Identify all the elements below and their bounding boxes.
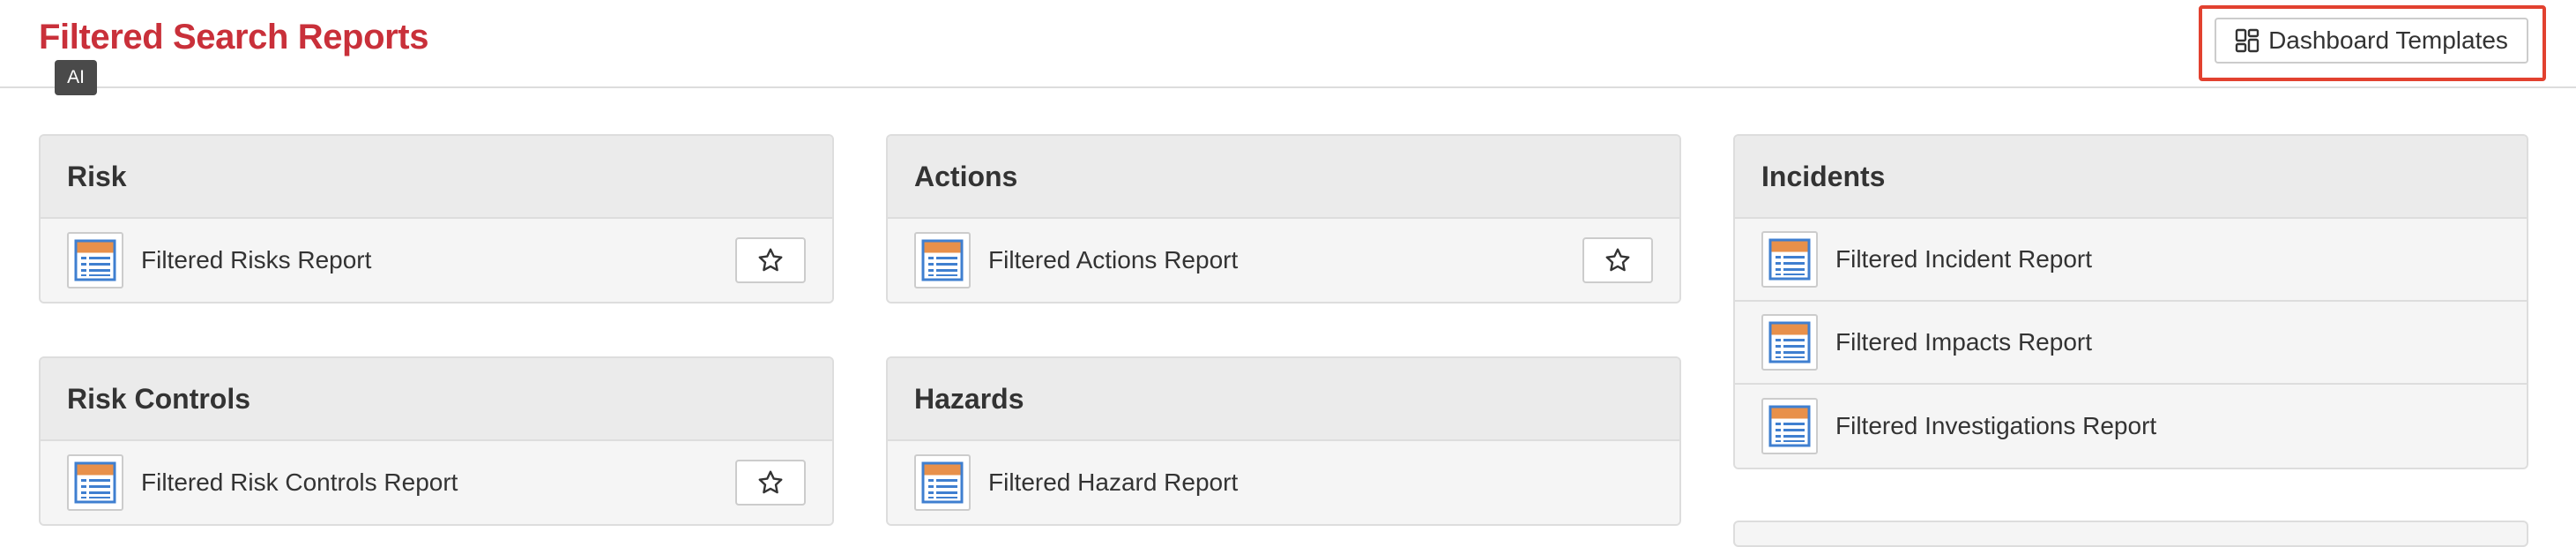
star-icon (758, 470, 783, 494)
report-table-icon (67, 454, 123, 511)
report-row-actions: Filtered Actions Report (888, 219, 1679, 302)
panel-title: Risk (41, 136, 832, 219)
star-icon (1605, 248, 1630, 272)
page-header: Filtered Search Reports Dashboard Templa… (0, 0, 2576, 88)
dashboard-icon (2235, 28, 2260, 53)
report-table-icon (67, 232, 123, 288)
dashboard-templates-button[interactable]: Dashboard Templates (2215, 18, 2528, 64)
report-link-risks[interactable]: Filtered Risks Report (141, 246, 735, 274)
panel-risk: Risk Filtered Risks Report (39, 134, 834, 303)
report-table-icon (914, 232, 971, 288)
report-table-icon (1761, 231, 1818, 288)
report-row-impacts: Filtered Impacts Report (1735, 302, 2527, 385)
panel-title: Risk Controls (41, 358, 832, 441)
report-table-icon (914, 454, 971, 511)
panel-next (1733, 521, 2528, 547)
panel-hazards: Hazards Filtered Hazard Report (886, 356, 1681, 526)
report-row-hazard: Filtered Hazard Report (888, 441, 1679, 524)
panel-incidents: Incidents Filtered Incident Report Filte… (1733, 134, 2528, 469)
panel-title: Actions (888, 136, 1679, 219)
panel-title: Incidents (1735, 136, 2527, 219)
dashboard-templates-label: Dashboard Templates (2268, 26, 2508, 54)
favourite-button[interactable] (735, 237, 806, 283)
report-link-investigations[interactable]: Filtered Investigations Report (1835, 412, 2500, 440)
panel-risk-controls: Risk Controls Filtered Risk Controls Rep… (39, 356, 834, 526)
report-row-risks: Filtered Risks Report (41, 219, 832, 302)
ai-badge: AI (55, 60, 97, 95)
star-icon (758, 248, 783, 272)
page-title: Filtered Search Reports (39, 18, 429, 56)
panel-title: Hazards (888, 358, 1679, 441)
report-row-risk-controls: Filtered Risk Controls Report (41, 441, 832, 524)
report-table-icon (1761, 314, 1818, 371)
panel-actions: Actions Filtered Actions Report (886, 134, 1681, 303)
report-row-investigations: Filtered Investigations Report (1735, 385, 2527, 468)
report-link-incident[interactable]: Filtered Incident Report (1835, 245, 2500, 274)
favourite-button[interactable] (735, 460, 806, 506)
report-table-icon (1761, 398, 1818, 454)
report-link-actions[interactable]: Filtered Actions Report (988, 246, 1582, 274)
report-link-impacts[interactable]: Filtered Impacts Report (1835, 328, 2500, 356)
favourite-button[interactable] (1582, 237, 1653, 283)
report-link-risk-controls[interactable]: Filtered Risk Controls Report (141, 468, 735, 497)
report-link-hazard[interactable]: Filtered Hazard Report (988, 468, 1653, 497)
report-row-incident: Filtered Incident Report (1735, 219, 2527, 302)
